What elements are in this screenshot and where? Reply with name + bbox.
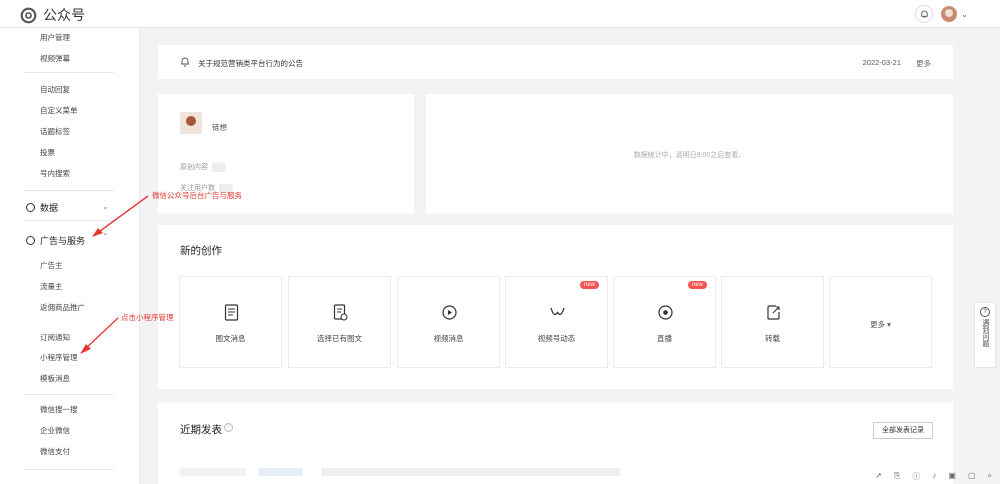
sidebar-item-custom-menu[interactable]: 自定义菜单 bbox=[40, 105, 78, 116]
search-icon[interactable]: ⌕ bbox=[988, 471, 992, 482]
create-card-live[interactable]: new 直播 bbox=[613, 276, 716, 368]
create-card-repost[interactable]: 转载 bbox=[721, 276, 824, 368]
create-more-label: 更多 ▾ bbox=[870, 320, 891, 329]
sidebar-item-wechat-pay[interactable]: 微信支付 bbox=[40, 446, 70, 457]
divider bbox=[24, 72, 114, 73]
create-card-channels[interactable]: new 视频号动态 bbox=[505, 276, 608, 368]
stats-card: 数据统计中，请明日9:00之后查看。 bbox=[426, 94, 953, 214]
new-creation-title: 新的创作 bbox=[180, 245, 222, 257]
divider bbox=[24, 394, 114, 395]
chevron-up-icon[interactable]: ⌃ bbox=[102, 232, 109, 241]
channels-icon bbox=[550, 307, 565, 316]
all-posts-records-button[interactable]: 全部发表记录 bbox=[873, 422, 933, 439]
create-card-label: 选择已有图文 bbox=[317, 334, 362, 343]
article-icon bbox=[224, 304, 239, 321]
user-avatar[interactable] bbox=[941, 6, 958, 22]
sidebar-section-data-label: 数据 bbox=[40, 203, 59, 213]
create-card-more[interactable]: 更多 ▾ bbox=[829, 276, 932, 368]
account-logo bbox=[180, 112, 202, 134]
stats-message: 数据统计中，请明日9:00之后查看。 bbox=[633, 152, 746, 159]
new-creation-panel: 新的创作 图文消息 选择已有图文 视频消息 new 视频号动态 new 直播 转… bbox=[158, 225, 953, 389]
compass-icon bbox=[26, 236, 35, 245]
screenshot-icon[interactable]: ▣ bbox=[948, 471, 956, 482]
video-icon bbox=[442, 305, 457, 320]
share-icon[interactable]: ⎘ bbox=[894, 471, 900, 482]
sidebar-item-user-management[interactable]: 用户管理 bbox=[40, 32, 70, 43]
info-icon[interactable]: ⓘ bbox=[912, 471, 920, 482]
notice-more-link[interactable]: 更多 bbox=[916, 58, 931, 69]
chevron-down-icon[interactable]: ⌄ bbox=[961, 10, 968, 19]
sidebar-item-wechat-search[interactable]: 微信搜一搜 bbox=[40, 404, 78, 415]
window-icon[interactable]: ▢ bbox=[968, 471, 976, 482]
create-card-video[interactable]: 视频消息 bbox=[397, 276, 500, 368]
feedback-label: 遇到问题 bbox=[982, 319, 989, 347]
create-card-label: 视频消息 bbox=[433, 334, 464, 343]
sidebar-section-ads-services[interactable]: 广告与服务 bbox=[26, 234, 85, 247]
pie-chart-icon bbox=[26, 203, 35, 212]
account-name: 链想 bbox=[212, 123, 227, 132]
sidebar: 用户管理 视频弹幕 自动回复 自定义菜单 话题标签 投票 号内搜索 数据 ⌄ 广… bbox=[0, 28, 140, 484]
sidebar-item-vote[interactable]: 投票 bbox=[40, 147, 55, 158]
volume-icon[interactable]: ♪ bbox=[932, 471, 936, 482]
wechat-official-logo-icon bbox=[20, 7, 37, 23]
sidebar-item-topic-tags[interactable]: 话题标签 bbox=[40, 126, 70, 137]
notice-bar: 关于规范营销类平台行为的公告 2022-03-21 更多 bbox=[158, 45, 953, 79]
divider bbox=[24, 190, 114, 191]
create-card-label: 转载 bbox=[765, 334, 780, 343]
notice-text[interactable]: 关于规范营销类平台行为的公告 bbox=[198, 58, 303, 69]
question-icon: ? bbox=[980, 307, 990, 317]
sidebar-item-commission-products[interactable]: 返佣商品推广 bbox=[40, 302, 85, 313]
recent-posts-panel: 近期发表 ? 全部发表记录 bbox=[158, 402, 953, 484]
annotation-ads-services: 微信公众号后台广告与服务 bbox=[152, 191, 242, 200]
divider bbox=[24, 469, 114, 470]
bell-icon bbox=[181, 57, 189, 67]
live-icon bbox=[658, 305, 673, 320]
account-original-label: 原创内容 bbox=[180, 164, 208, 171]
sidebar-section-data[interactable]: 数据 bbox=[26, 201, 58, 214]
redacted-value bbox=[212, 162, 226, 172]
sidebar-item-miniprogram-management[interactable]: 小程序管理 bbox=[40, 352, 78, 363]
chevron-down-icon[interactable]: ⌄ bbox=[102, 202, 109, 211]
account-original-content: 原创内容 bbox=[180, 162, 226, 172]
recent-post-row-blurred[interactable] bbox=[180, 468, 620, 476]
create-card-label: 图文消息 bbox=[215, 334, 246, 343]
create-card-label: 视频号动态 bbox=[537, 334, 576, 343]
help-icon[interactable]: ? bbox=[224, 423, 233, 432]
notification-bell-icon[interactable] bbox=[915, 5, 934, 23]
sidebar-item-in-account-search[interactable]: 号内搜索 bbox=[40, 168, 70, 179]
create-card-select-article[interactable]: 选择已有图文 bbox=[288, 276, 391, 368]
sidebar-item-auto-reply[interactable]: 自动回复 bbox=[40, 84, 70, 95]
top-bar: 公众号 ⌄ bbox=[0, 0, 1000, 28]
repost-icon bbox=[767, 305, 780, 320]
sidebar-item-advertiser[interactable]: 广告主 bbox=[40, 260, 63, 271]
annotation-miniprogram: 点击小程序管理 bbox=[121, 313, 174, 322]
bottom-tray: ➚ ⎘ ⓘ ♪ ▣ ▢ ⌕ bbox=[875, 471, 992, 482]
sidebar-item-enterprise-wechat[interactable]: 企业微信 bbox=[40, 425, 70, 436]
recent-posts-title: 近期发表 bbox=[180, 424, 222, 436]
create-card-label: 直播 bbox=[657, 334, 672, 343]
divider bbox=[24, 220, 114, 221]
sidebar-item-template-message[interactable]: 模板消息 bbox=[40, 373, 70, 384]
sidebar-item-publisher[interactable]: 流量主 bbox=[40, 281, 63, 292]
sidebar-item-video-danmaku[interactable]: 视频弹幕 bbox=[40, 53, 70, 64]
sidebar-section-ads-label: 广告与服务 bbox=[40, 236, 86, 246]
new-badge: new bbox=[579, 281, 599, 289]
create-card-article[interactable]: 图文消息 bbox=[179, 276, 282, 368]
send-icon[interactable]: ➚ bbox=[875, 471, 882, 482]
select-article-icon bbox=[333, 304, 348, 321]
brand-logo[interactable]: 公众号 bbox=[20, 5, 85, 25]
notice-date: 2022-03-21 bbox=[862, 58, 901, 67]
sidebar-item-subscribe-notice[interactable]: 订阅通知 bbox=[40, 332, 70, 343]
new-badge: new bbox=[687, 281, 707, 289]
feedback-float-button[interactable]: ? 遇到问题 bbox=[974, 302, 996, 368]
brand-title: 公众号 bbox=[43, 7, 85, 23]
